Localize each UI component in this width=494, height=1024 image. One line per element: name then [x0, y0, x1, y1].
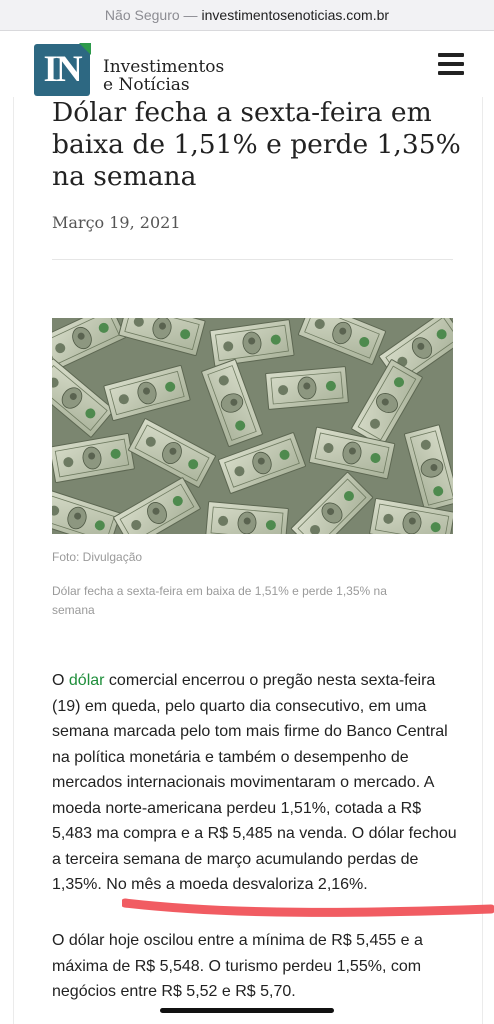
logo-mark: IN	[43, 49, 82, 90]
article-title: Dólar fecha a sexta-feira em baixa de 1,…	[52, 97, 461, 192]
image-caption: Dólar fecha a sexta-feira em baixa de 1,…	[52, 584, 387, 617]
browser-address-bar[interactable]: Não Seguro — investimentosenoticias.com.…	[0, 0, 494, 31]
logo-corner-accent	[79, 43, 91, 55]
article-paragraph-2: O dólar hoje oscilou entre a mínima de R…	[52, 932, 423, 1000]
divider	[52, 259, 453, 260]
site-header: IN Investimentos e Notícias	[0, 31, 494, 97]
article-paragraph-1: O dólar comercial encerrou o pregão nest…	[52, 668, 462, 898]
hamburger-menu-icon[interactable]	[438, 53, 464, 75]
paragraph-1-text: comercial encerrou o pregão nesta sexta-…	[52, 672, 457, 893]
logo-line-2: e Notícias	[103, 75, 190, 95]
domain-label: investimentosenoticias.com.br	[201, 7, 390, 23]
paragraph-1-lead: O	[52, 672, 69, 689]
highlight-marker-stroke	[122, 898, 494, 917]
site-logo[interactable]: IN	[34, 43, 91, 96]
logo-line-1: Investimentos	[103, 57, 225, 77]
dolar-link[interactable]: dólar	[69, 672, 105, 689]
security-label: Não Seguro —	[104, 7, 198, 23]
image-credit: Foto: Divulgação	[52, 550, 143, 564]
article-hero-image	[52, 318, 453, 534]
article-date: Março 19, 2021	[52, 213, 181, 232]
site-logo-text[interactable]: Investimentos e Notícias	[103, 58, 224, 94]
home-indicator[interactable]	[160, 1008, 334, 1013]
